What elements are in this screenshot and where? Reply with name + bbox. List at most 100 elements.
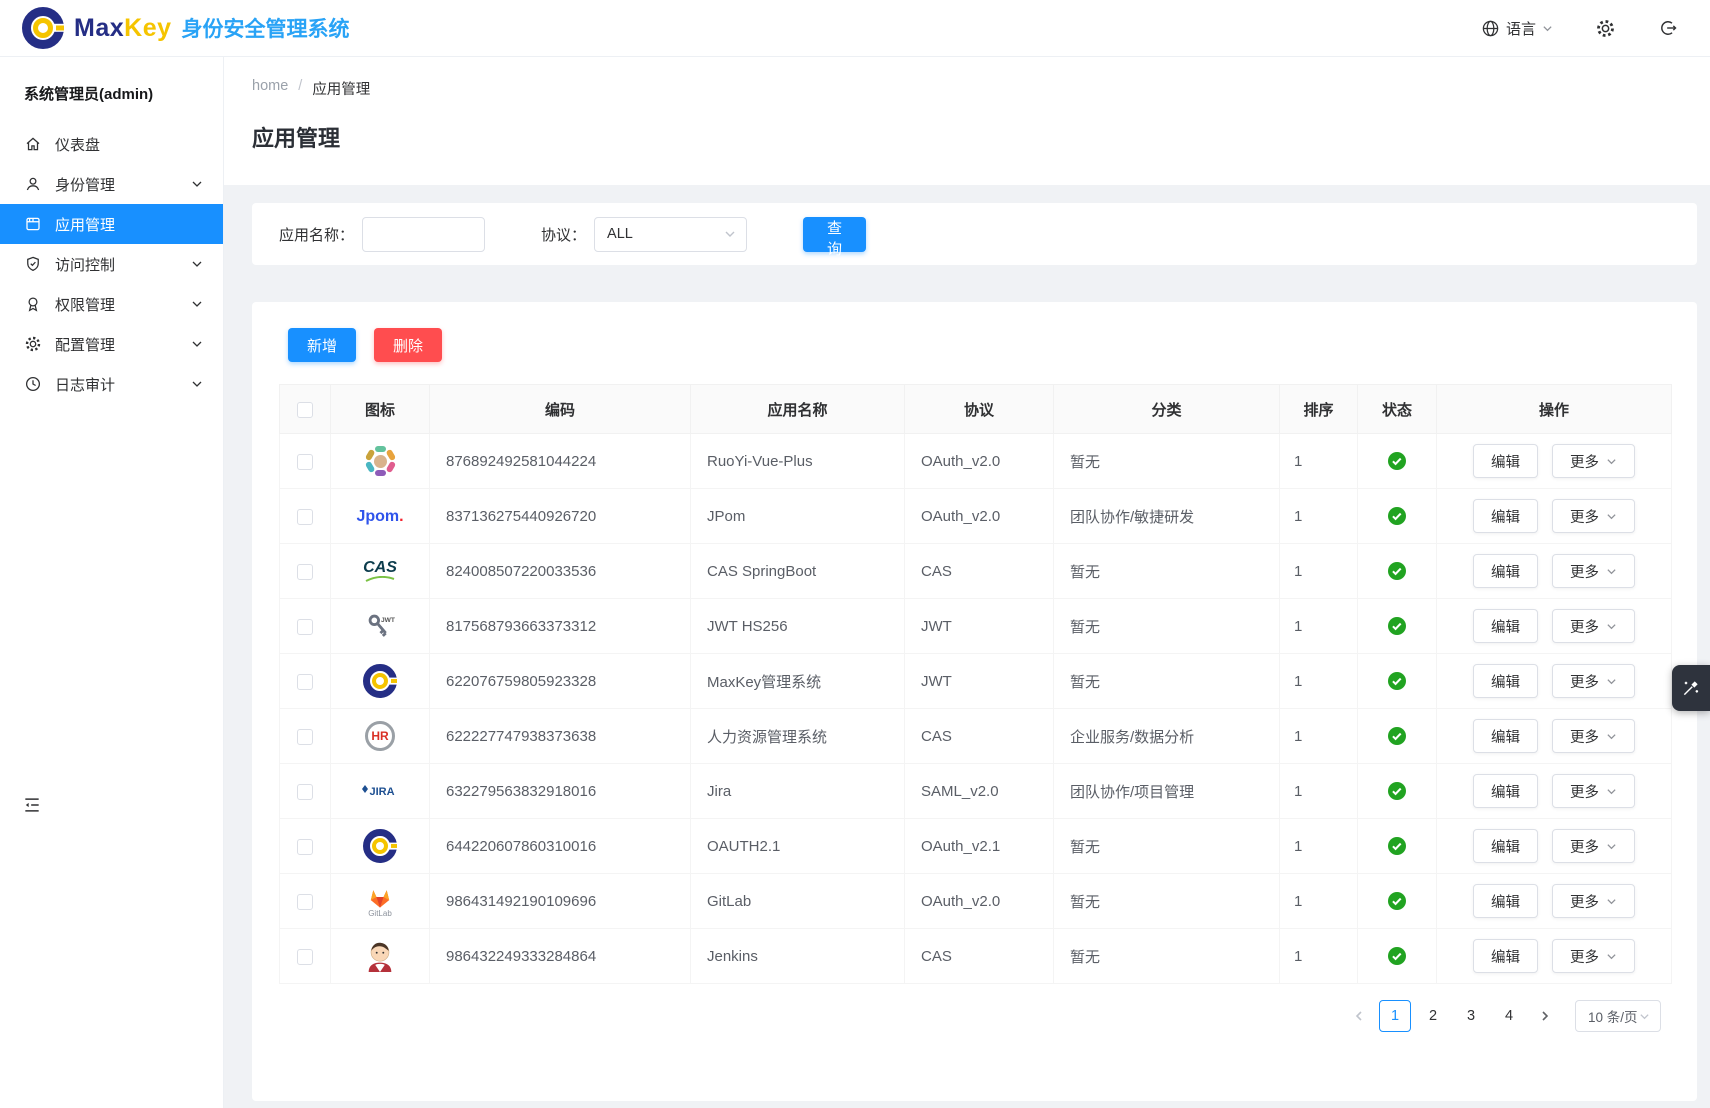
row-checkbox[interactable]	[297, 784, 313, 800]
ruoyi-app-icon	[360, 441, 400, 481]
row-checkbox[interactable]	[297, 619, 313, 635]
table-row: JIRA 632279563832918016 Jira SAML_v2.0 团…	[280, 764, 1672, 819]
row-checkbox[interactable]	[297, 949, 313, 965]
edit-button[interactable]: 编辑	[1473, 609, 1538, 643]
more-button[interactable]: 更多	[1552, 554, 1635, 588]
app-id: 622076759805923328	[446, 673, 596, 690]
table-card: 新增 删除 图标编码应用名称协议分类排序状态操作 876892492581044…	[252, 302, 1697, 1101]
more-button[interactable]: 更多	[1552, 719, 1635, 753]
app-protocol: CAS	[921, 563, 952, 580]
row-checkbox[interactable]	[297, 729, 313, 745]
app-name: CAS SpringBoot	[707, 563, 816, 580]
sidebar-item-access[interactable]: 访问控制	[0, 244, 223, 284]
breadcrumb-home[interactable]: home	[252, 78, 288, 99]
theme-settings-handle[interactable]	[1672, 665, 1710, 711]
cas-app-icon: CAS	[360, 551, 400, 591]
logout-icon-button[interactable]	[1658, 18, 1678, 38]
edit-button[interactable]: 编辑	[1473, 554, 1538, 588]
edit-button[interactable]: 编辑	[1473, 829, 1538, 863]
row-checkbox[interactable]	[297, 839, 313, 855]
app-name: 人力资源管理系统	[707, 729, 827, 746]
more-button[interactable]: 更多	[1552, 444, 1635, 478]
table-row: 986432249333284864 Jenkins CAS 暂无 1 编辑 更…	[280, 929, 1672, 984]
status-enabled-icon	[1388, 782, 1406, 799]
app-sort: 1	[1294, 453, 1302, 470]
more-button[interactable]: 更多	[1552, 939, 1635, 973]
status-enabled-icon	[1388, 727, 1406, 744]
status-enabled-icon	[1388, 672, 1406, 689]
row-checkbox[interactable]	[297, 674, 313, 690]
edit-button[interactable]: 编辑	[1473, 444, 1538, 478]
app-name: Jira	[707, 783, 731, 800]
column-header: 图标	[365, 402, 395, 419]
page-button-1[interactable]: 1	[1379, 1000, 1411, 1032]
jwt-app-icon: JWT	[360, 606, 400, 646]
edit-button[interactable]: 编辑	[1473, 939, 1538, 973]
settings-icon-button[interactable]	[1595, 18, 1616, 39]
sidebar-item-audit[interactable]: 日志审计	[0, 364, 223, 404]
chevron-down-icon	[191, 338, 203, 350]
page-size-value: 10 条/页	[1588, 1006, 1638, 1026]
sidebar-item-apps[interactable]: 应用管理	[0, 204, 223, 244]
app-id: 817568793663373312	[446, 618, 596, 635]
app-id: 824008507220033536	[446, 563, 596, 580]
sidebar-item-permissions[interactable]: 权限管理	[0, 284, 223, 324]
page-button-2[interactable]: 2	[1417, 1000, 1449, 1032]
edit-button[interactable]: 编辑	[1473, 499, 1538, 533]
more-button[interactable]: 更多	[1552, 499, 1635, 533]
search-button[interactable]: 查询	[803, 217, 866, 252]
app-sort: 1	[1294, 673, 1302, 690]
maxkey-logo-icon	[22, 7, 64, 49]
app-id: 644220607860310016	[446, 838, 596, 855]
column-header: 编码	[545, 402, 575, 419]
svg-text:JIRA: JIRA	[370, 786, 395, 798]
app-protocol: JWT	[921, 618, 952, 635]
sidebar-item-config[interactable]: 配置管理	[0, 324, 223, 364]
chevron-down-icon	[724, 228, 736, 240]
pagination: 1234 10 条/页	[279, 1000, 1671, 1032]
page-title: 应用管理	[252, 121, 1682, 153]
app-category: 团队协作/敏捷研发	[1070, 509, 1194, 526]
edit-button[interactable]: 编辑	[1473, 664, 1538, 698]
more-button[interactable]: 更多	[1552, 884, 1635, 918]
edit-button[interactable]: 编辑	[1473, 719, 1538, 753]
edit-button[interactable]: 编辑	[1473, 774, 1538, 808]
row-checkbox[interactable]	[297, 894, 313, 910]
app-name-input[interactable]	[362, 217, 485, 252]
app-category: 暂无	[1070, 619, 1100, 636]
app-sort: 1	[1294, 783, 1302, 800]
language-switcher[interactable]: 语言	[1481, 18, 1553, 39]
column-header: 操作	[1539, 402, 1569, 419]
home-icon	[24, 135, 42, 153]
row-checkbox[interactable]	[297, 454, 313, 470]
prev-page-button[interactable]	[1345, 1000, 1373, 1032]
add-button[interactable]: 新增	[288, 328, 356, 362]
more-button[interactable]: 更多	[1552, 664, 1635, 698]
page-button-3[interactable]: 3	[1455, 1000, 1487, 1032]
globe-icon	[1481, 19, 1500, 38]
chevron-down-icon	[1542, 23, 1553, 34]
protocol-select[interactable]: ALL	[594, 217, 747, 252]
app-category: 暂无	[1070, 894, 1100, 911]
sidebar-item-identity[interactable]: 身份管理	[0, 164, 223, 204]
next-page-button[interactable]	[1531, 1000, 1559, 1032]
delete-button[interactable]: 删除	[374, 328, 442, 362]
select-all-checkbox[interactable]	[297, 402, 313, 418]
app-name: MaxKey管理系统	[707, 674, 821, 691]
app-protocol: CAS	[921, 948, 952, 965]
protocol-select-value: ALL	[607, 226, 633, 242]
more-button[interactable]: 更多	[1552, 829, 1635, 863]
page-size-select[interactable]: 10 条/页	[1575, 1000, 1661, 1032]
table-header-row: 图标编码应用名称协议分类排序状态操作	[280, 385, 1672, 434]
table-row: 876892492581044224 RuoYi-Vue-Plus OAuth_…	[280, 434, 1672, 489]
table-row: GitLab 986431492190109696 GitLab OAuth_v…	[280, 874, 1672, 929]
page-button-4[interactable]: 4	[1493, 1000, 1525, 1032]
edit-button[interactable]: 编辑	[1473, 884, 1538, 918]
collapse-sidebar-button[interactable]	[22, 795, 42, 815]
row-checkbox[interactable]	[297, 564, 313, 580]
more-button[interactable]: 更多	[1552, 609, 1635, 643]
row-checkbox[interactable]	[297, 509, 313, 525]
more-button[interactable]: 更多	[1552, 774, 1635, 808]
sidebar-item-dashboard[interactable]: 仪表盘	[0, 124, 223, 164]
app-id: 632279563832918016	[446, 783, 596, 800]
